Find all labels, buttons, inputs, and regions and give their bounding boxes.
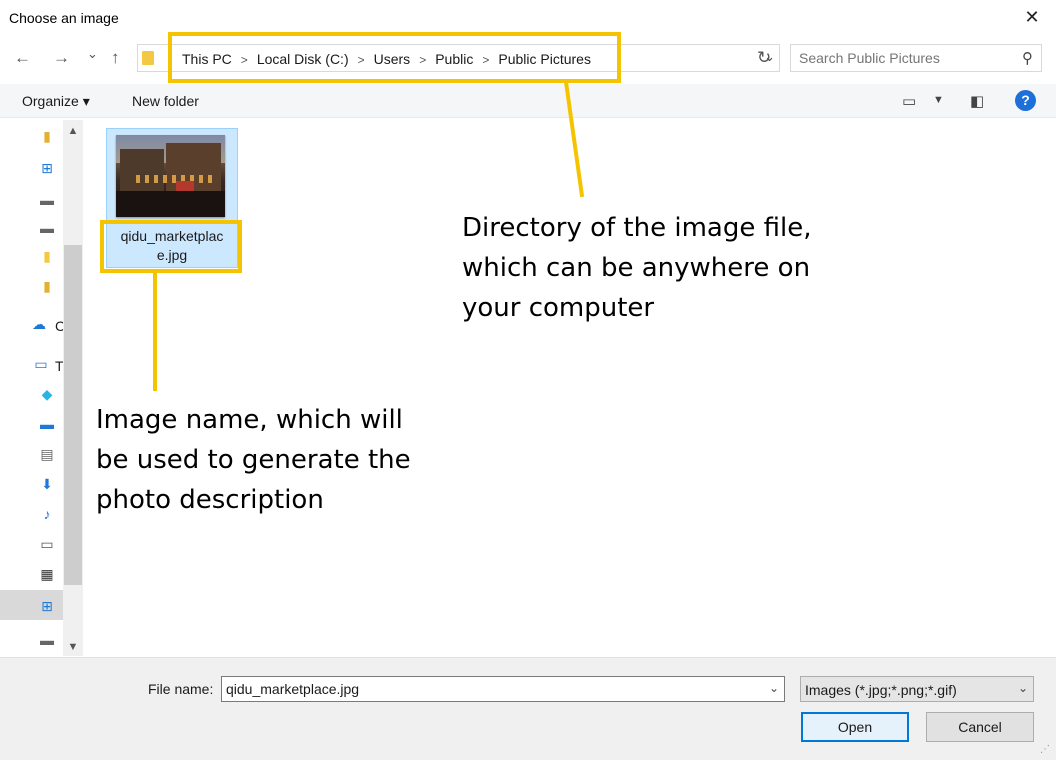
file-name-field[interactable]: ⌄ <box>221 676 785 702</box>
drive-icon[interactable]: ▬ <box>38 632 56 648</box>
this-pc-icon[interactable]: ▭ <box>32 356 50 372</box>
refresh-icon[interactable]: ↻ <box>757 48 771 68</box>
windows-drive-icon[interactable]: ⊞ <box>38 598 56 614</box>
organize-button[interactable]: Organize ▾ <box>22 93 90 110</box>
file-name-label-text: File name: <box>148 681 214 697</box>
folder-icon <box>142 51 154 65</box>
search-box[interactable]: ⚲ <box>790 44 1042 72</box>
callout-line-filename <box>153 273 157 391</box>
folder-icon[interactable]: ▮ <box>38 248 56 264</box>
view-options-icon[interactable]: ▭ <box>902 92 916 110</box>
chevron-down-icon[interactable]: ▼ <box>933 94 944 106</box>
music-icon[interactable]: ♪ <box>38 506 56 522</box>
file-type-select[interactable]: Images (*.jpg;*.png;*.gif) ⌄ <box>800 676 1034 702</box>
command-bar: Organize ▾ New folder ▭ ▼ ◧ <box>0 84 1056 118</box>
dialog-footer <box>0 657 1056 760</box>
drive-icon[interactable]: ▬ <box>38 192 56 208</box>
3d-objects-icon[interactable]: ◆ <box>38 386 56 402</box>
title-bar: Choose an image ✕ <box>0 0 1056 36</box>
close-icon[interactable]: ✕ <box>1022 7 1042 27</box>
scroll-up-icon[interactable]: ▲ <box>63 122 83 140</box>
network-drive-icon[interactable]: ▬ <box>38 220 56 236</box>
search-input[interactable] <box>799 50 1009 66</box>
windows-drive-icon[interactable]: ⊞ <box>38 160 56 176</box>
file-type-value: Images (*.jpg;*.png;*.gif) <box>805 682 957 698</box>
open-button[interactable]: Open <box>801 712 909 742</box>
desktop-icon[interactable]: ▬ <box>38 416 56 432</box>
preview-pane-icon[interactable]: ◧ <box>970 92 984 110</box>
pictures-icon[interactable]: ▭ <box>38 536 56 552</box>
documents-icon[interactable]: ▤ <box>38 446 56 462</box>
cancel-button[interactable]: Cancel <box>926 712 1034 742</box>
user-folder-icon[interactable]: ▮ <box>38 278 56 294</box>
chevron-down-icon[interactable]: ⌄ <box>1018 681 1028 695</box>
scroll-down-icon[interactable]: ▼ <box>63 638 83 656</box>
image-thumbnail <box>116 135 225 217</box>
annotation-image-name: Image name, which will be used to genera… <box>96 405 411 515</box>
search-icon[interactable]: ⚲ <box>1022 49 1033 67</box>
filename-highlight-box <box>100 220 242 273</box>
file-name-input[interactable] <box>226 681 756 697</box>
window-title: Choose an image <box>9 10 119 26</box>
resize-grip-icon[interactable]: ⋰ <box>1040 744 1050 755</box>
annotation-directory: Directory of the image file, which can b… <box>462 213 812 323</box>
sidebar-scroll-thumb[interactable] <box>64 245 82 585</box>
recent-locations-button[interactable]: ⌄ <box>87 44 98 64</box>
back-button[interactable]: ← <box>14 48 31 68</box>
downloads-icon[interactable]: ⬇ <box>38 476 56 492</box>
new-folder-button[interactable]: New folder <box>132 93 199 109</box>
google-drive-icon[interactable]: ▮ <box>38 128 56 144</box>
onedrive-icon[interactable]: ☁ <box>30 316 48 332</box>
forward-button[interactable]: → <box>53 48 70 68</box>
videos-icon[interactable]: ▦ <box>38 566 56 582</box>
chevron-down-icon[interactable]: ⌄ <box>769 681 779 695</box>
help-icon[interactable]: ? <box>1015 90 1036 111</box>
address-highlight-box <box>168 32 621 83</box>
up-button[interactable]: ↑ <box>111 48 120 68</box>
